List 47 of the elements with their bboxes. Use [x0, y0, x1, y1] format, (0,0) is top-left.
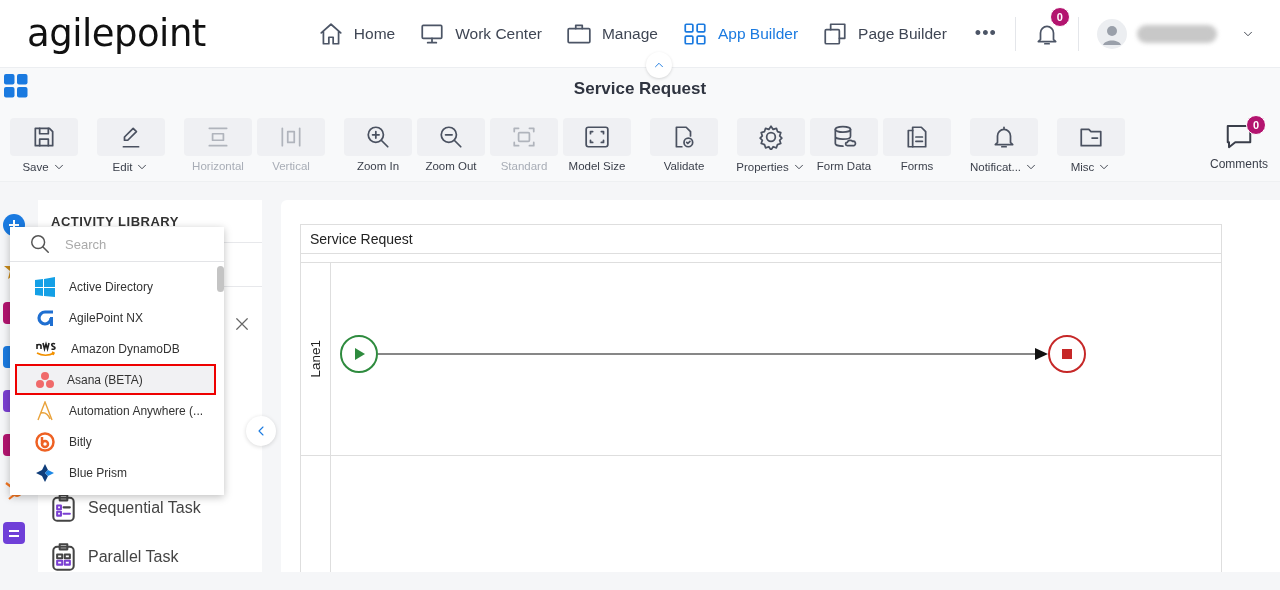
zoom-in-icon	[365, 124, 391, 150]
connector-item[interactable]: Amazon DynamoDB	[15, 333, 216, 364]
gear-icon	[758, 124, 784, 150]
sequence-flow-arrow[interactable]	[377, 348, 1048, 360]
zoom-out-icon	[438, 124, 464, 150]
three-dots-icon	[35, 370, 55, 389]
connector-item[interactable]: Automation Anywhere (...	[15, 395, 216, 426]
nav-link[interactable]: Work Center	[419, 20, 542, 47]
scrollbar-thumb[interactable]	[217, 266, 224, 292]
comments-button[interactable]: 0 Comments	[1202, 113, 1276, 171]
comments-badge: 0	[1246, 115, 1266, 135]
nav-link[interactable]: Page Builder	[822, 20, 947, 47]
connector-item[interactable]: Bitly	[15, 426, 216, 457]
grid-icon	[681, 20, 708, 47]
copy-icon	[822, 20, 849, 47]
nav-link[interactable]: App Builder	[681, 20, 799, 47]
connector-item[interactable]: Active Directory	[15, 271, 216, 302]
list-icon[interactable]	[3, 522, 25, 544]
apps-grid-icon[interactable]	[4, 74, 28, 98]
activity-item[interactable]: Parallel Task	[38, 542, 262, 572]
letter-a-icon	[35, 400, 55, 421]
clipboard-icon	[51, 543, 76, 571]
avatar-icon[interactable]	[1096, 18, 1127, 49]
model-size-icon	[584, 124, 610, 150]
four-point-star-icon	[35, 462, 55, 483]
database-cloud-icon	[831, 124, 857, 150]
notification-badge: 0	[1049, 6, 1070, 27]
search-icon	[29, 233, 51, 255]
connector-item[interactable]: Asana (BETA)	[15, 364, 216, 395]
windows-icon	[35, 276, 55, 297]
connector-item[interactable]: AgilePoint NX	[15, 302, 216, 333]
bell-icon	[991, 124, 1017, 150]
start-event[interactable]	[340, 335, 378, 373]
connector-item[interactable]: Blue Prism	[15, 457, 216, 488]
activity-item[interactable]: Sequential Task	[38, 493, 262, 523]
nav-link[interactable]: Manage	[565, 20, 658, 47]
clipboard-icon	[51, 494, 76, 522]
lane-label: Lane1	[308, 340, 323, 378]
nav-link[interactable]: Home	[317, 20, 396, 47]
documents-icon	[904, 124, 930, 150]
page-title: Service Request	[573, 79, 707, 99]
logo: agilepoint	[27, 12, 206, 55]
pool-title: Service Request	[301, 225, 1221, 254]
standard-size-icon	[511, 124, 537, 150]
save-icon	[31, 124, 57, 150]
more-button[interactable]: •••	[974, 23, 997, 44]
end-event[interactable]	[1048, 335, 1086, 373]
